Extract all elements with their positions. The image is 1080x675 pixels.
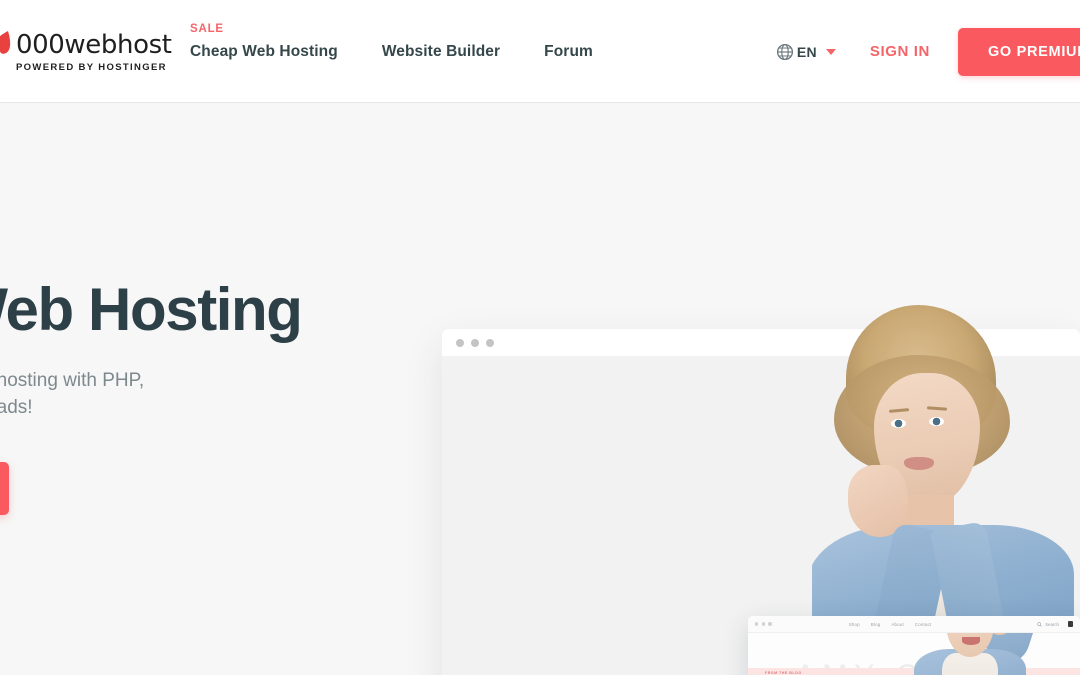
hero-subtitle: Free no-cost website hosting with PHP, M…: [0, 368, 375, 422]
mockup-site-navbar: Shop Blog About Contact Search: [748, 616, 1080, 633]
nav-badge-sale: SALE: [190, 22, 224, 35]
search-icon: [1037, 621, 1042, 627]
mockup-site-menu: Shop Blog About Contact: [849, 622, 932, 627]
logo-wordmark: 000webhost: [16, 30, 172, 60]
window-dot-icon: [456, 338, 464, 347]
hero-subtitle-line-1: Free no-cost website hosting with PHP,: [0, 369, 145, 391]
mockup-menu-item-about[interactable]: About: [891, 622, 903, 627]
nav-label: Forum: [544, 42, 593, 60]
chevron-down-icon: [825, 48, 836, 55]
hero-copy: Free Web Hosting Free no-cost website ho…: [0, 278, 375, 515]
go-premium-button[interactable]: GO PREMIUM: [957, 27, 1080, 76]
nav-label: Cheap Web Hosting: [190, 42, 338, 60]
window-dot-icon: [471, 338, 479, 347]
language-selector[interactable]: EN: [776, 43, 836, 61]
nav-item-cheap-web-hosting[interactable]: SALE Cheap Web Hosting: [190, 23, 338, 61]
nav-label: Website Builder: [381, 42, 501, 60]
mockup-portrait-image: [894, 633, 1044, 675]
mockup-menu-item-contact[interactable]: Contact: [915, 622, 932, 627]
globe-icon: [776, 43, 793, 60]
cart-icon[interactable]: [1068, 621, 1073, 627]
nav-item-forum[interactable]: Forum: [544, 43, 593, 61]
window-dot-icon: [486, 338, 494, 347]
window-dot-icon: [755, 622, 759, 626]
browser-mockup-small: Shop Blog About Contact Search AMY OLSEN: [748, 616, 1080, 675]
hero-subtitle-line-2: MySQL, cPanel & no ads!: [0, 396, 33, 418]
mockup-promo-eyebrow: FROM THE BLOG: [765, 670, 802, 675]
get-started-button[interactable]: GET STARTED: [0, 461, 9, 515]
site-logo[interactable]: 000webhost POWERED BY HOSTINGER: [0, 30, 172, 73]
logo-tagline: POWERED BY HOSTINGER: [16, 62, 167, 73]
window-dot-icon: [768, 622, 772, 626]
sign-in-link[interactable]: SIGN IN: [870, 43, 930, 60]
mockup-menu-item-shop[interactable]: Shop: [849, 622, 860, 627]
flame-icon: [0, 31, 11, 54]
mockup-search[interactable]: Search: [1037, 622, 1059, 627]
site-header: 000webhost POWERED BY HOSTINGER SALE Che…: [0, 0, 1080, 103]
hero-section: Free Web Hosting Free no-cost website ho…: [0, 103, 1080, 675]
browser-title-bar: [442, 329, 1080, 356]
page-title: Free Web Hosting: [0, 276, 303, 343]
window-dot-icon: [761, 622, 765, 626]
mockup-site-hero: AMY OLSEN FROM THE BLOG Making A Differe…: [748, 633, 1080, 675]
mockup-menu-item-blog[interactable]: Blog: [871, 622, 881, 627]
page-root: 000webhost POWERED BY HOSTINGER SALE Che…: [0, 0, 1080, 675]
main-navigation: SALE Cheap Web Hosting Website Builder F…: [190, 0, 637, 103]
language-code: EN: [796, 43, 817, 60]
header-actions: EN SIGN IN GO PREMIUM: [776, 0, 1080, 103]
mockup-site-promo: FROM THE BLOG Making A Difference In Any…: [765, 671, 885, 675]
mockup-search-label: Search: [1045, 621, 1059, 627]
nav-item-website-builder[interactable]: Website Builder: [382, 43, 500, 61]
